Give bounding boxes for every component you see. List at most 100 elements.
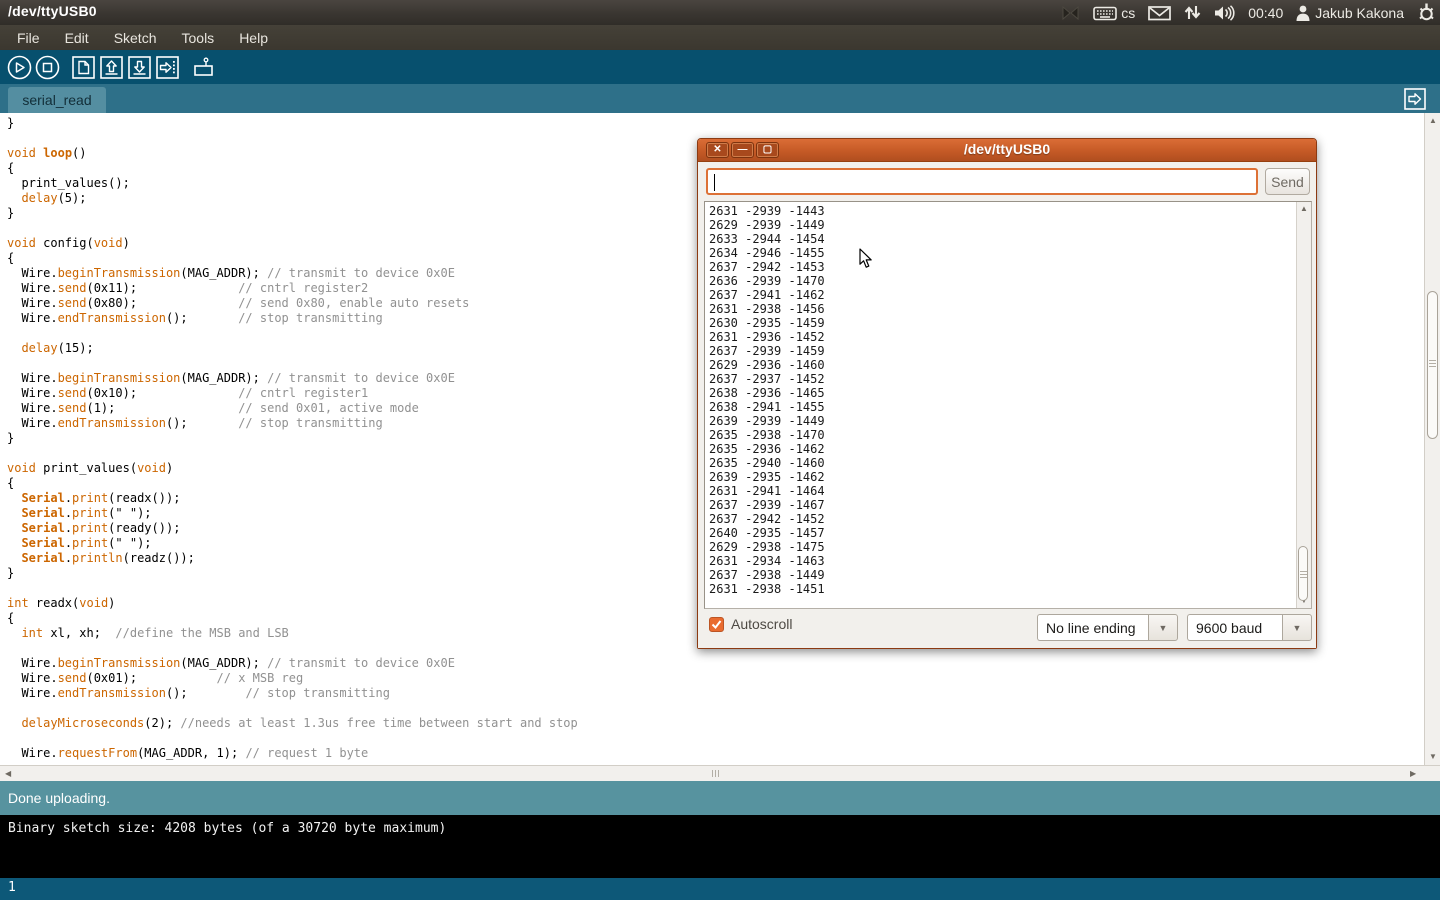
clock[interactable]: 00:40 [1248, 5, 1283, 21]
tab-label: serial_read [22, 92, 91, 108]
line-number: 1 [8, 880, 16, 895]
chevron-down-icon[interactable]: ▼ [1148, 614, 1178, 641]
menu-tools[interactable]: Tools [173, 27, 224, 49]
serial-line: 2637 -2939 -1467 [709, 498, 825, 512]
open-button[interactable] [98, 54, 124, 80]
code-line [7, 446, 578, 461]
session-gear-icon[interactable] [1417, 3, 1436, 22]
line-ending-dropdown[interactable]: No line ending ▼ [1037, 614, 1178, 641]
serial-line: 2637 -2937 -1452 [709, 372, 825, 386]
line-ending-value: No line ending [1037, 614, 1148, 641]
menu-sketch[interactable]: Sketch [105, 27, 166, 49]
volume-icon[interactable] [1214, 5, 1235, 21]
username: Jakub Kakona [1315, 5, 1404, 21]
scroll-right-arrow-icon[interactable]: ▶ [1410, 770, 1416, 778]
code-line: } [7, 206, 578, 221]
code-line: Serial.print(readx()); [7, 491, 578, 506]
serial-line: 2638 -2936 -1465 [709, 386, 825, 400]
network-arrows-icon[interactable] [1184, 4, 1201, 21]
code-line: Wire.endTransmission(); // stop transmit… [7, 416, 578, 431]
screen: /dev/ttyUSB0 cs 00:40 Jakub Kakona [0, 0, 1440, 900]
new-sketch-icon [72, 56, 95, 79]
verify-button[interactable] [6, 54, 32, 80]
console-text: Binary sketch size: 4208 bytes (of a 307… [8, 821, 446, 836]
serial-vertical-scrollbar[interactable]: ▲ ▼ [1296, 202, 1311, 608]
autoscroll-checkbox[interactable] [709, 617, 724, 632]
serial-monitor-titlebar[interactable]: ✕ — ▢ /dev/ttyUSB0 [698, 139, 1316, 162]
code-line: delayMicroseconds(2); //needs at least 1… [7, 716, 578, 731]
menu-edit[interactable]: Edit [56, 27, 98, 49]
new-sketch-button[interactable] [70, 54, 96, 80]
mouse-cursor [859, 248, 873, 274]
tab-serial-read[interactable]: serial_read [8, 87, 106, 113]
stop-icon [35, 55, 60, 80]
serial-monitor-button[interactable] [190, 54, 216, 80]
code-line: Serial.println(readz()); [7, 551, 578, 566]
serial-line: 2637 -2939 -1459 [709, 344, 825, 358]
serial-line: 2637 -2938 -1449 [709, 568, 825, 582]
code-line: } [7, 431, 578, 446]
keyboard-layout-indicator[interactable]: cs [1093, 5, 1135, 21]
scroll-up-arrow-icon[interactable]: ▲ [1429, 117, 1437, 125]
code-line: { [7, 161, 578, 176]
code-line [7, 221, 578, 236]
text-caret [714, 174, 715, 191]
editor-horizontal-scrollbar[interactable]: ◀ ▶ [0, 765, 1440, 781]
mail-icon[interactable] [1148, 5, 1171, 21]
tab-strip: serial_read [0, 84, 1440, 113]
serial-line: 2631 -2938 -1456 [709, 302, 825, 316]
panel-indicators: cs 00:40 Jakub Kakona [1061, 0, 1436, 25]
serial-line: 2634 -2946 -1455 [709, 246, 825, 260]
send-button[interactable]: Send [1265, 168, 1310, 195]
keyboard-layout-label: cs [1121, 5, 1135, 21]
editor-vertical-scrollbar[interactable]: ▲ ▼ [1424, 113, 1440, 765]
serial-output-area[interactable]: 2631 -2939 -14432629 -2939 -14492633 -29… [704, 201, 1312, 609]
save-button[interactable] [126, 54, 152, 80]
menu-file[interactable]: File [8, 27, 49, 49]
scroll-up-arrow-icon[interactable]: ▲ [1300, 205, 1308, 213]
top-panel: /dev/ttyUSB0 cs 00:40 Jakub Kakona [0, 0, 1440, 25]
serial-line: 2631 -2934 -1463 [709, 554, 825, 568]
serial-line: 2629 -2939 -1449 [709, 218, 825, 232]
code-line: int readx(void) [7, 596, 578, 611]
keyboard-icon [1093, 5, 1117, 21]
hscrollbar-grip[interactable] [712, 770, 719, 777]
serial-line: 2637 -2942 -1452 [709, 512, 825, 526]
code-line: Wire.endTransmission(); // stop transmit… [7, 311, 578, 326]
serial-monitor-body: Send 2631 -2939 -14432629 -2939 -1449263… [698, 162, 1316, 648]
menu-help[interactable]: Help [230, 27, 277, 49]
serial-line: 2639 -2939 -1449 [709, 414, 825, 428]
serial-line: 2631 -2941 -1464 [709, 484, 825, 498]
serial-scrollbar-thumb[interactable] [1298, 546, 1308, 601]
code-line: } [7, 566, 578, 581]
code-line: delay(5); [7, 191, 578, 206]
save-icon [128, 56, 151, 79]
scroll-down-arrow-icon[interactable]: ▼ [1429, 753, 1437, 761]
stop-button[interactable] [34, 54, 60, 80]
indicator-icon[interactable] [1061, 5, 1080, 21]
upload-icon [156, 56, 179, 79]
editor-scrollbar-thumb[interactable] [1427, 291, 1438, 439]
upload-button[interactable] [154, 54, 180, 80]
serial-monitor-window: ✕ — ▢ /dev/ttyUSB0 Send 2631 -2939 -1443… [697, 138, 1317, 649]
code-line: } [7, 116, 578, 131]
session-user[interactable]: Jakub Kakona [1296, 5, 1404, 21]
code-line: Wire.endTransmission(); // stop transmit… [7, 686, 578, 701]
tab-menu-button[interactable] [1404, 88, 1426, 115]
code-line: Wire.beginTransmission(MAG_ADDR); // tra… [7, 656, 578, 671]
console-output: Binary sketch size: 4208 bytes (of a 307… [0, 815, 1440, 878]
autoscroll-label[interactable]: Autoscroll [731, 616, 792, 632]
serial-line: 2636 -2939 -1470 [709, 274, 825, 288]
scroll-left-arrow-icon[interactable]: ◀ [5, 770, 11, 778]
chevron-down-icon[interactable]: ▼ [1282, 614, 1312, 641]
code-line: Serial.print(" "); [7, 506, 578, 521]
verify-icon [7, 55, 32, 80]
baud-rate-dropdown[interactable]: 9600 baud ▼ [1187, 614, 1312, 641]
serial-input-field[interactable] [706, 168, 1258, 195]
line-number-strip: 1 [0, 878, 1440, 900]
serial-line: 2631 -2938 -1451 [709, 582, 825, 596]
code-line: Wire.send(0x01); // x MSB reg [7, 671, 578, 686]
serial-line: 2637 -2941 -1462 [709, 288, 825, 302]
code-line: int xl, xh; //define the MSB and LSB [7, 626, 578, 641]
serial-monitor-icon [191, 55, 216, 80]
